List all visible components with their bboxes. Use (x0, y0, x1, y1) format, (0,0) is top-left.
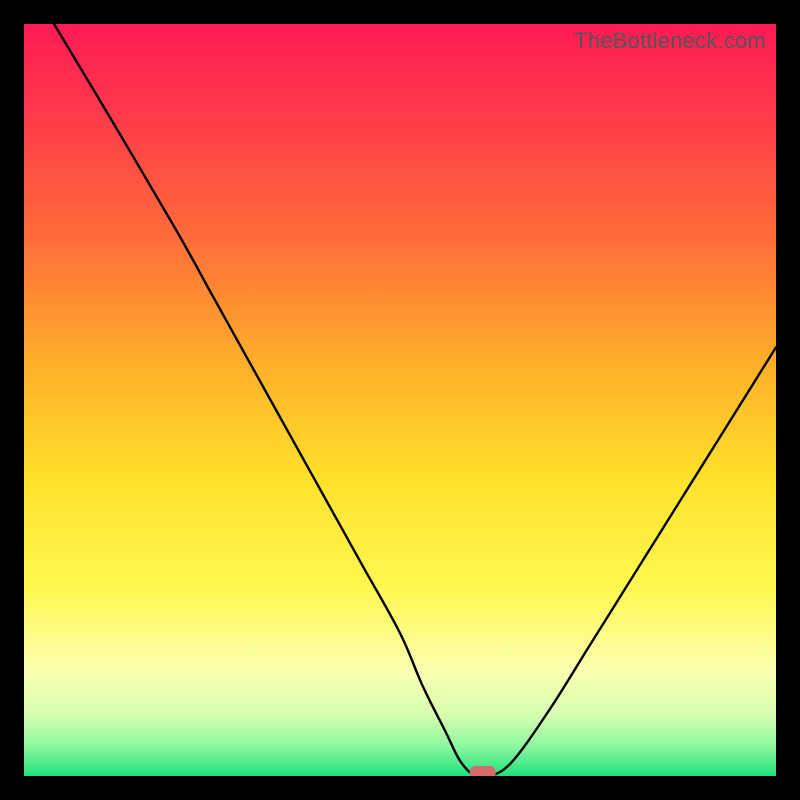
chart-svg (24, 24, 776, 776)
optimum-marker (470, 766, 496, 776)
bottleneck-curve (54, 24, 776, 776)
chart-frame: TheBottleneck.com (0, 0, 800, 800)
plot-area: TheBottleneck.com (24, 24, 776, 776)
